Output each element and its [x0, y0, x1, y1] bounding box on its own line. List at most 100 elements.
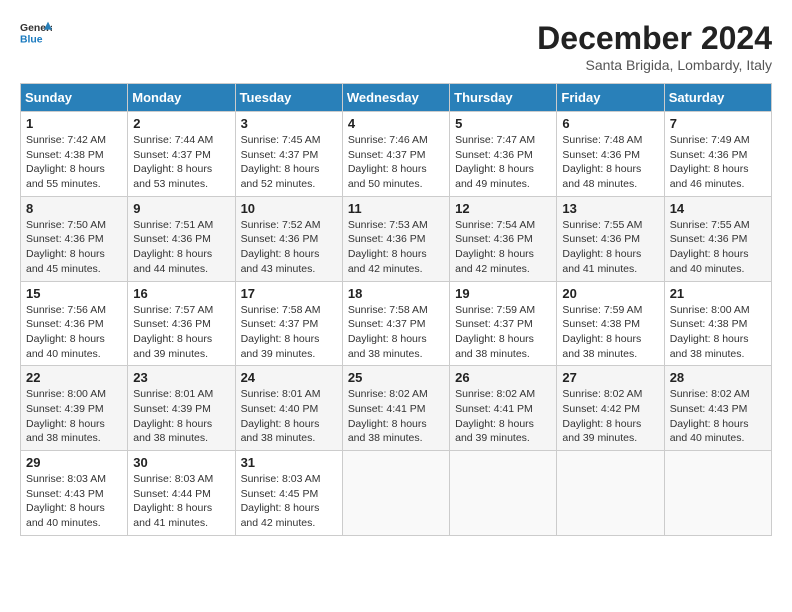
- sunrise-label: Sunrise: 8:02 AM: [670, 388, 750, 400]
- daylight-label: Daylight: 8 hours and 41 minutes.: [133, 502, 212, 529]
- calendar-day-cell: 19 Sunrise: 7:59 AM Sunset: 4:37 PM Dayl…: [450, 281, 557, 366]
- sunrise-label: Sunrise: 7:55 AM: [670, 219, 750, 231]
- day-info: Sunrise: 7:59 AM Sunset: 4:37 PM Dayligh…: [455, 303, 551, 362]
- day-number: 11: [348, 201, 444, 216]
- header: General Blue December 2024 Santa Brigida…: [20, 20, 772, 73]
- sunrise-label: Sunrise: 8:03 AM: [26, 473, 106, 485]
- daylight-label: Daylight: 8 hours and 40 minutes.: [26, 502, 105, 529]
- day-number: 5: [455, 116, 551, 131]
- day-of-week-header: Monday: [128, 84, 235, 112]
- day-number: 22: [26, 370, 122, 385]
- daylight-label: Daylight: 8 hours and 49 minutes.: [455, 163, 534, 190]
- sunrise-label: Sunrise: 8:02 AM: [348, 388, 428, 400]
- sunrise-label: Sunrise: 8:03 AM: [241, 473, 321, 485]
- calendar-day-cell: 29 Sunrise: 8:03 AM Sunset: 4:43 PM Dayl…: [21, 451, 128, 536]
- calendar-day-cell: 30 Sunrise: 8:03 AM Sunset: 4:44 PM Dayl…: [128, 451, 235, 536]
- sunrise-label: Sunrise: 7:59 AM: [562, 304, 642, 316]
- calendar-day-cell: 14 Sunrise: 7:55 AM Sunset: 4:36 PM Dayl…: [664, 196, 771, 281]
- day-number: 10: [241, 201, 337, 216]
- daylight-label: Daylight: 8 hours and 50 minutes.: [348, 163, 427, 190]
- day-info: Sunrise: 7:46 AM Sunset: 4:37 PM Dayligh…: [348, 133, 444, 192]
- sunrise-label: Sunrise: 7:51 AM: [133, 219, 213, 231]
- day-info: Sunrise: 7:47 AM Sunset: 4:36 PM Dayligh…: [455, 133, 551, 192]
- calendar-day-cell: 7 Sunrise: 7:49 AM Sunset: 4:36 PM Dayli…: [664, 112, 771, 197]
- daylight-label: Daylight: 8 hours and 38 minutes.: [670, 333, 749, 360]
- day-number: 30: [133, 455, 229, 470]
- calendar-day-cell: 6 Sunrise: 7:48 AM Sunset: 4:36 PM Dayli…: [557, 112, 664, 197]
- day-number: 24: [241, 370, 337, 385]
- sunrise-label: Sunrise: 8:03 AM: [133, 473, 213, 485]
- sunset-label: Sunset: 4:36 PM: [562, 149, 640, 161]
- day-number: 31: [241, 455, 337, 470]
- calendar-day-cell: 12 Sunrise: 7:54 AM Sunset: 4:36 PM Dayl…: [450, 196, 557, 281]
- day-number: 12: [455, 201, 551, 216]
- day-info: Sunrise: 8:03 AM Sunset: 4:44 PM Dayligh…: [133, 472, 229, 531]
- daylight-label: Daylight: 8 hours and 42 minutes.: [241, 502, 320, 529]
- day-info: Sunrise: 7:49 AM Sunset: 4:36 PM Dayligh…: [670, 133, 766, 192]
- daylight-label: Daylight: 8 hours and 52 minutes.: [241, 163, 320, 190]
- daylight-label: Daylight: 8 hours and 38 minutes.: [455, 333, 534, 360]
- sunrise-label: Sunrise: 7:49 AM: [670, 134, 750, 146]
- calendar-header-row: SundayMondayTuesdayWednesdayThursdayFrid…: [21, 84, 772, 112]
- calendar-day-cell: 15 Sunrise: 7:56 AM Sunset: 4:36 PM Dayl…: [21, 281, 128, 366]
- month-year: December 2024: [537, 20, 772, 57]
- day-of-week-header: Sunday: [21, 84, 128, 112]
- logo-icon: General Blue: [20, 20, 52, 48]
- calendar-day-cell: 11 Sunrise: 7:53 AM Sunset: 4:36 PM Dayl…: [342, 196, 449, 281]
- sunset-label: Sunset: 4:36 PM: [26, 233, 104, 245]
- calendar-day-cell: [450, 451, 557, 536]
- calendar-day-cell: 23 Sunrise: 8:01 AM Sunset: 4:39 PM Dayl…: [128, 366, 235, 451]
- calendar-day-cell: 17 Sunrise: 7:58 AM Sunset: 4:37 PM Dayl…: [235, 281, 342, 366]
- day-info: Sunrise: 7:48 AM Sunset: 4:36 PM Dayligh…: [562, 133, 658, 192]
- daylight-label: Daylight: 8 hours and 41 minutes.: [562, 248, 641, 275]
- day-number: 25: [348, 370, 444, 385]
- calendar-day-cell: [664, 451, 771, 536]
- day-info: Sunrise: 7:53 AM Sunset: 4:36 PM Dayligh…: [348, 218, 444, 277]
- calendar-day-cell: 18 Sunrise: 7:58 AM Sunset: 4:37 PM Dayl…: [342, 281, 449, 366]
- day-info: Sunrise: 7:45 AM Sunset: 4:37 PM Dayligh…: [241, 133, 337, 192]
- daylight-label: Daylight: 8 hours and 48 minutes.: [562, 163, 641, 190]
- sunset-label: Sunset: 4:37 PM: [455, 318, 533, 330]
- sunset-label: Sunset: 4:36 PM: [455, 233, 533, 245]
- day-of-week-header: Friday: [557, 84, 664, 112]
- daylight-label: Daylight: 8 hours and 39 minutes.: [241, 333, 320, 360]
- daylight-label: Daylight: 8 hours and 44 minutes.: [133, 248, 212, 275]
- daylight-label: Daylight: 8 hours and 40 minutes.: [26, 333, 105, 360]
- daylight-label: Daylight: 8 hours and 46 minutes.: [670, 163, 749, 190]
- day-info: Sunrise: 8:02 AM Sunset: 4:41 PM Dayligh…: [348, 387, 444, 446]
- day-info: Sunrise: 7:55 AM Sunset: 4:36 PM Dayligh…: [562, 218, 658, 277]
- sunset-label: Sunset: 4:36 PM: [241, 233, 319, 245]
- day-of-week-header: Wednesday: [342, 84, 449, 112]
- sunset-label: Sunset: 4:38 PM: [26, 149, 104, 161]
- sunrise-label: Sunrise: 7:53 AM: [348, 219, 428, 231]
- calendar-day-cell: 8 Sunrise: 7:50 AM Sunset: 4:36 PM Dayli…: [21, 196, 128, 281]
- calendar-table: SundayMondayTuesdayWednesdayThursdayFrid…: [20, 83, 772, 536]
- calendar-day-cell: 10 Sunrise: 7:52 AM Sunset: 4:36 PM Dayl…: [235, 196, 342, 281]
- sunrise-label: Sunrise: 7:50 AM: [26, 219, 106, 231]
- day-info: Sunrise: 7:42 AM Sunset: 4:38 PM Dayligh…: [26, 133, 122, 192]
- day-info: Sunrise: 7:56 AM Sunset: 4:36 PM Dayligh…: [26, 303, 122, 362]
- sunset-label: Sunset: 4:36 PM: [348, 233, 426, 245]
- calendar-day-cell: 2 Sunrise: 7:44 AM Sunset: 4:37 PM Dayli…: [128, 112, 235, 197]
- daylight-label: Daylight: 8 hours and 38 minutes.: [348, 418, 427, 445]
- day-info: Sunrise: 7:59 AM Sunset: 4:38 PM Dayligh…: [562, 303, 658, 362]
- sunset-label: Sunset: 4:36 PM: [562, 233, 640, 245]
- sunset-label: Sunset: 4:39 PM: [133, 403, 211, 415]
- day-info: Sunrise: 8:01 AM Sunset: 4:40 PM Dayligh…: [241, 387, 337, 446]
- sunrise-label: Sunrise: 7:47 AM: [455, 134, 535, 146]
- sunrise-label: Sunrise: 7:52 AM: [241, 219, 321, 231]
- location: Santa Brigida, Lombardy, Italy: [537, 57, 772, 73]
- calendar-body: 1 Sunrise: 7:42 AM Sunset: 4:38 PM Dayli…: [21, 112, 772, 536]
- sunrise-label: Sunrise: 8:00 AM: [670, 304, 750, 316]
- daylight-label: Daylight: 8 hours and 43 minutes.: [241, 248, 320, 275]
- sunset-label: Sunset: 4:36 PM: [670, 149, 748, 161]
- calendar-week-row: 8 Sunrise: 7:50 AM Sunset: 4:36 PM Dayli…: [21, 196, 772, 281]
- day-of-week-header: Tuesday: [235, 84, 342, 112]
- daylight-label: Daylight: 8 hours and 39 minutes.: [562, 418, 641, 445]
- daylight-label: Daylight: 8 hours and 42 minutes.: [348, 248, 427, 275]
- calendar-week-row: 1 Sunrise: 7:42 AM Sunset: 4:38 PM Dayli…: [21, 112, 772, 197]
- calendar-day-cell: 31 Sunrise: 8:03 AM Sunset: 4:45 PM Dayl…: [235, 451, 342, 536]
- sunrise-label: Sunrise: 7:48 AM: [562, 134, 642, 146]
- daylight-label: Daylight: 8 hours and 53 minutes.: [133, 163, 212, 190]
- day-number: 7: [670, 116, 766, 131]
